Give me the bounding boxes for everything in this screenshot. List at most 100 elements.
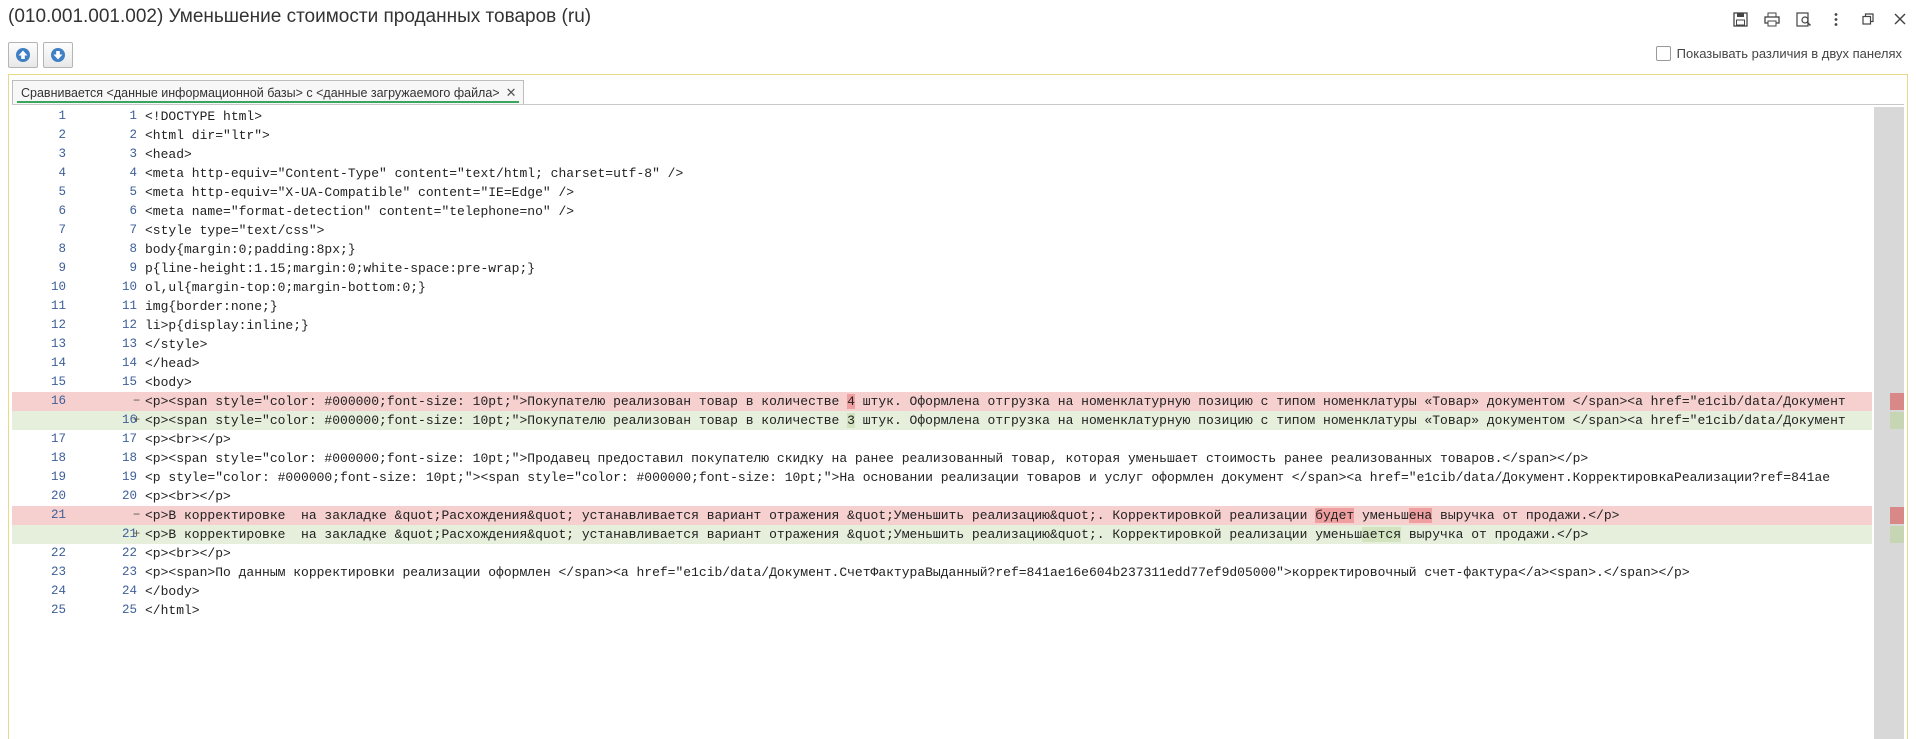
print-preview-icon[interactable] — [1794, 9, 1814, 29]
left-line-number: 12 — [50, 318, 66, 332]
code-text: </head> — [145, 356, 200, 371]
show-two-panels-checkbox[interactable] — [1655, 46, 1671, 61]
next-difference-button[interactable] — [43, 42, 73, 68]
code-text: <p><span>По данным корректировки реализа… — [145, 565, 1690, 580]
diff-line[interactable]: 10 10 ol,ul{margin-top:0;margin-bottom:0;} — [12, 278, 1872, 297]
diff-line[interactable]: 22 22 <p><br></p> — [12, 544, 1872, 563]
diff-line[interactable]: 19 19 <p style="color: #000000;font-size: … — [12, 468, 1872, 487]
code-text: <p><br></p> — [145, 546, 231, 561]
code-text: img{border:none;} — [145, 299, 278, 314]
print-icon[interactable] — [1762, 9, 1782, 29]
window-controls — [1730, 9, 1910, 29]
diff-marker: + — [133, 527, 141, 541]
line-code: p{line-height:1.15;margin:0;white-space:… — [145, 259, 1872, 278]
left-line-number: 10 — [50, 280, 66, 294]
changed-text: ена — [1408, 508, 1433, 523]
close-icon[interactable] — [1890, 9, 1910, 29]
diff-line[interactable]: 20 20 <p><br></p> — [12, 487, 1872, 506]
code-text: штук. Оформлена отгрузка на номенклатурн… — [854, 394, 1846, 409]
right-line-number: 17 — [121, 432, 137, 446]
code-text: <p><span style="color: #000000;font-size… — [145, 394, 848, 409]
previous-difference-button[interactable] — [8, 42, 38, 68]
save-icon[interactable] — [1730, 9, 1750, 29]
scroll-marker-removed — [1890, 507, 1904, 524]
line-code: <!DOCTYPE html> — [145, 107, 1872, 126]
line-code: <p><span style="color: #000000;font-size… — [145, 411, 1872, 430]
line-code: <p><br></p> — [145, 430, 1872, 449]
right-line-number: 9 — [129, 261, 137, 275]
diff-line-added[interactable]: 21 + <p>В корректировке на закладке &quot;… — [12, 525, 1872, 544]
code-text: <body> — [145, 375, 192, 390]
right-line-number: 6 — [129, 204, 137, 218]
line-code: <head> — [145, 145, 1872, 164]
diff-line[interactable]: 18 18 <p><span style="color: #000000;font-… — [12, 449, 1872, 468]
line-code: </html> — [145, 601, 1872, 620]
right-line-number: 22 — [121, 546, 137, 560]
right-line-number: 18 — [121, 451, 137, 465]
diff-line-added[interactable]: 16 + <p><span style="color: #000000;font-s… — [12, 411, 1872, 430]
diff-line[interactable]: 11 11 img{border:none;} — [12, 297, 1872, 316]
diff-line[interactable]: 4 4 <meta http-equiv="Content-Type" conten… — [12, 164, 1872, 183]
diff-marker: − — [133, 394, 141, 408]
code-text: body{margin:0;padding:8px;} — [145, 242, 356, 257]
tab-close-icon[interactable]: ✕ — [506, 85, 517, 101]
diff-line[interactable]: 17 17 <p><br></p> — [12, 430, 1872, 449]
show-two-panels-option[interactable]: Показывать различия в двух панелях — [1655, 46, 1902, 61]
diff-line-removed[interactable]: 21 − <p>В корректировке на закладке &quot;… — [12, 506, 1872, 525]
diff-line[interactable]: 23 23 <p><span>По данным корректировки реа… — [12, 563, 1872, 582]
left-line-number: 23 — [50, 565, 66, 579]
diff-line[interactable]: 3 3 <head> — [12, 145, 1872, 164]
diff-line[interactable]: 14 14 </head> — [12, 354, 1872, 373]
show-two-panels-label: Показывать различия в двух панелях — [1676, 46, 1902, 61]
left-line-number: 1 — [58, 109, 66, 123]
changed-text: 4 — [847, 394, 855, 409]
diff-editor[interactable]: 1 1 <!DOCTYPE html> 2 2 <html dir="ltr"> 3 3 <he… — [12, 107, 1904, 739]
right-line-number: 24 — [121, 584, 137, 598]
diff-line-removed[interactable]: 16 − <p><span style="color: #000000;font-s… — [12, 392, 1872, 411]
code-text: <p><span style="color: #000000;font-size… — [145, 413, 848, 428]
toolbar: Показывать различия в двух панелях — [0, 40, 1916, 72]
diff-line[interactable]: 12 12 li>p{display:inline;} — [12, 316, 1872, 335]
scroll-marker-added — [1890, 526, 1904, 543]
changed-text: будет — [1315, 508, 1355, 523]
left-line-number: 6 — [58, 204, 66, 218]
diff-line[interactable]: 6 6 <meta name="format-detection" content=… — [12, 202, 1872, 221]
diff-line[interactable]: 24 24 </body> — [12, 582, 1872, 601]
line-code: <p><br></p> — [145, 544, 1872, 563]
line-code: <p><span style="color: #000000;font-size… — [145, 449, 1872, 468]
diff-line[interactable]: 25 25 </html> — [12, 601, 1872, 620]
line-code: <p><span>По данным корректировки реализа… — [145, 563, 1872, 582]
restore-icon[interactable] — [1858, 9, 1878, 29]
line-code: <p>В корректировке на закладке &quot;Рас… — [145, 525, 1872, 544]
code-text: <head> — [145, 147, 192, 162]
left-line-number: 21 — [50, 508, 66, 522]
right-line-number: 2 — [129, 128, 137, 142]
diff-line[interactable]: 1 1 <!DOCTYPE html> — [12, 107, 1872, 126]
code-text: штук. Оформлена отгрузка на номенклатурн… — [854, 413, 1846, 428]
diff-line[interactable]: 7 7 <style type="text/css"> — [12, 221, 1872, 240]
left-line-number: 15 — [50, 375, 66, 389]
code-text: </html> — [145, 603, 200, 618]
right-line-number: 14 — [121, 356, 137, 370]
more-icon[interactable] — [1826, 9, 1846, 29]
code-text: ol,ul{margin-top:0;margin-bottom:0;} — [145, 280, 426, 295]
code-text: <p>В корректировке на закладке &quot;Рас… — [145, 527, 1362, 542]
diff-line[interactable]: 2 2 <html dir="ltr"> — [12, 126, 1872, 145]
code-text: </body> — [145, 584, 200, 599]
changed-text: 3 — [847, 413, 855, 428]
diff-scrollbar[interactable] — [1874, 107, 1904, 739]
left-line-number: 24 — [50, 584, 66, 598]
code-text: выручка от продажи.</p> — [1432, 508, 1620, 523]
left-line-number: 11 — [50, 299, 66, 313]
diff-line[interactable]: 15 15 <body> — [12, 373, 1872, 392]
diff-line[interactable]: 13 13 </style> — [12, 335, 1872, 354]
diff-line[interactable]: 9 9 p{line-height:1.15;margin:0;white-spac… — [12, 259, 1872, 278]
line-code: <meta http-equiv="Content-Type" content=… — [145, 164, 1872, 183]
line-code: <p><br></p> — [145, 487, 1872, 506]
diff-line[interactable]: 5 5 <meta http-equiv="X-UA-Compatible" con… — [12, 183, 1872, 202]
diff-line[interactable]: 8 8 body{margin:0;padding:8px;} — [12, 240, 1872, 259]
tab-comparison[interactable]: Сравнивается <данные информационной базы… — [12, 80, 524, 104]
right-line-number: 16 — [121, 413, 137, 427]
left-line-number: 22 — [50, 546, 66, 560]
scroll-marker-added — [1890, 412, 1904, 429]
